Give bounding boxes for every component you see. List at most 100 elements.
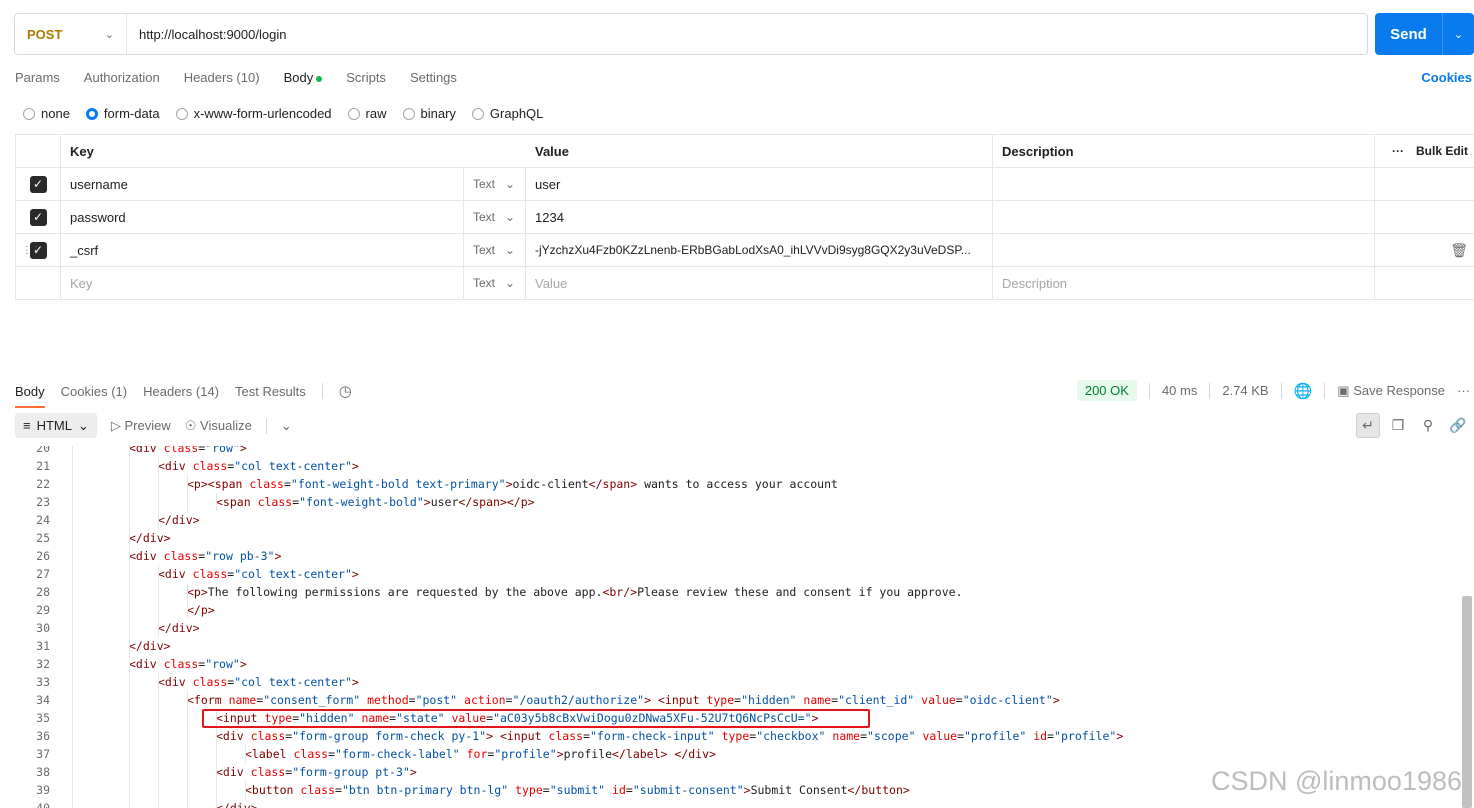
code-line: </p> <box>73 601 1123 619</box>
tab-body-label: Body <box>283 70 314 85</box>
response-size[interactable]: 2.74 KB <box>1222 383 1268 398</box>
link-icon[interactable]: 🔗 <box>1446 413 1470 438</box>
tab-response-cookies[interactable]: Cookies (1) <box>61 384 127 399</box>
key-cell[interactable]: username <box>61 168 464 200</box>
tab-scripts[interactable]: Scripts <box>346 70 386 85</box>
response-code-view[interactable]: 20 21 22 23 24 25 26 27 28 29 30 31 32 33 34 35 36 37 38 39… <box>0 446 1460 808</box>
code-lines: <div class="row"> <div class="col text-ce… <box>72 446 1123 808</box>
row-checkbox[interactable]: ⋮⋮ ✓ <box>15 234 61 266</box>
url-input[interactable]: http://localhost:9000/login <box>127 27 286 42</box>
description-cell[interactable] <box>993 234 1375 266</box>
more-dots-icon: ··· <box>1391 144 1404 158</box>
value-input[interactable]: Value <box>526 267 993 299</box>
radio-form-data[interactable]: form-data <box>85 106 160 121</box>
preview-button[interactable]: ▷ Preview <box>111 418 171 434</box>
row-actions <box>1375 267 1474 299</box>
value-cell[interactable]: -jYzchzXu4Fzb0KZzLnenb-ERbBGabLodXsA0_ih… <box>526 234 993 266</box>
table-header: Key Value Description ··· Bulk Edit <box>15 135 1474 168</box>
status-badge[interactable]: 200 OK <box>1076 380 1137 401</box>
tab-test-results[interactable]: Test Results <box>235 384 306 399</box>
tab-response-body[interactable]: Body <box>15 384 45 408</box>
save-response-button[interactable]: ▣ Save Response <box>1337 383 1445 399</box>
divider <box>321 383 323 399</box>
line-number: 31 <box>36 639 50 653</box>
indent-guide <box>129 601 130 619</box>
code-line: <form name="consent_form" method="post" … <box>73 691 1123 709</box>
description-cell[interactable] <box>993 201 1375 233</box>
method-select[interactable]: POST ⌄ <box>15 14 127 54</box>
code-line: </div> <box>73 799 1123 808</box>
vertical-scrollbar[interactable] <box>1462 596 1472 808</box>
radio-urlencoded[interactable]: x-www-form-urlencoded <box>175 106 332 121</box>
tab-settings[interactable]: Settings <box>410 70 457 85</box>
description-cell[interactable] <box>993 168 1375 200</box>
type-select[interactable]: Text ⌄ <box>464 168 526 200</box>
trash-icon[interactable]: 🗑 <box>1450 242 1468 259</box>
history-icon[interactable]: ◷ <box>339 382 352 400</box>
radio-graphql[interactable]: GraphQL <box>471 106 543 121</box>
type-label: Text <box>473 276 496 290</box>
format-select[interactable]: ≡ HTML ⌄ <box>15 413 97 438</box>
value-cell[interactable]: user <box>526 168 993 200</box>
indent-guide <box>158 673 159 691</box>
key-input[interactable]: Key <box>61 267 464 299</box>
table-row-placeholder: Key Text ⌄ Value Description <box>15 267 1474 300</box>
search-icon[interactable]: ⚲ <box>1416 413 1440 438</box>
highlight-box <box>202 709 870 728</box>
indent-guide <box>187 799 188 808</box>
indent-guide <box>158 511 159 529</box>
indent-guide <box>129 565 130 583</box>
modified-dot-icon <box>316 75 323 82</box>
description-input[interactable]: Description <box>993 267 1375 299</box>
drag-handle-icon[interactable]: ⋮⋮ <box>22 245 41 256</box>
type-select[interactable]: Text ⌄ <box>464 201 526 233</box>
copy-icon[interactable]: ❐ <box>1386 413 1410 438</box>
divider <box>1324 382 1326 399</box>
value-cell[interactable]: 1234 <box>526 201 993 233</box>
code-text: <div class="col text-center"> <box>158 567 359 581</box>
indent-guide <box>216 763 217 781</box>
response-time[interactable]: 40 ms <box>1162 383 1197 398</box>
tab-response-headers[interactable]: Headers (14) <box>143 384 219 399</box>
key-cell[interactable]: _csrf <box>61 234 464 266</box>
row-checkbox[interactable]: ✓ <box>15 201 61 233</box>
type-select[interactable]: Text ⌄ <box>464 267 526 299</box>
indent-guide <box>129 511 130 529</box>
bulk-edit-button[interactable]: ··· Bulk Edit <box>1375 135 1474 167</box>
row-checkbox[interactable]: ✓ <box>15 168 61 200</box>
chevron-down-icon[interactable]: ⌄ <box>281 418 292 434</box>
type-select[interactable]: Text ⌄ <box>464 234 526 266</box>
row-actions: 🗑 <box>1375 234 1474 266</box>
tab-authorization[interactable]: Authorization <box>84 70 160 85</box>
radio-label: binary <box>420 106 456 121</box>
radio-binary[interactable]: binary <box>402 106 456 121</box>
visualize-button[interactable]: ☉ Visualize <box>185 418 252 434</box>
radio-label: none <box>41 106 70 121</box>
globe-icon[interactable]: 🌐 <box>1294 382 1313 400</box>
code-text: </div> <box>158 621 200 635</box>
indent-guide <box>129 691 130 709</box>
tab-params[interactable]: Params <box>15 70 60 85</box>
tab-body[interactable]: Body <box>284 70 323 85</box>
chevron-down-icon[interactable]: ⌄ <box>1443 28 1474 41</box>
send-button[interactable]: Send ⌄ <box>1375 13 1474 55</box>
header-key: Key <box>70 143 94 159</box>
code-text: <label class="form-check-label" for="pro… <box>245 747 716 761</box>
cookies-link[interactable]: Cookies <box>1421 70 1472 85</box>
row-actions <box>1375 201 1474 233</box>
indent-guide <box>216 493 217 511</box>
code-line: <div class="col text-center"> <box>73 673 1123 691</box>
code-line: </div> <box>73 637 1123 655</box>
radio-none[interactable]: none <box>23 106 70 121</box>
more-dots-icon[interactable]: ··· <box>1457 383 1470 398</box>
header-description: Description <box>993 135 1375 167</box>
key-cell[interactable]: password <box>61 201 464 233</box>
preview-label: Preview <box>124 417 171 433</box>
chevron-down-icon: ⌄ <box>504 210 515 224</box>
code-text: <p>The following permissions are request… <box>187 585 963 599</box>
radio-raw[interactable]: raw <box>347 106 387 121</box>
code-text: <div class="row"> <box>129 446 247 455</box>
visualize-icon: ☉ <box>184 417 197 433</box>
tab-headers[interactable]: Headers (10) <box>184 70 260 85</box>
wrap-lines-icon[interactable]: ↵ <box>1356 413 1380 438</box>
